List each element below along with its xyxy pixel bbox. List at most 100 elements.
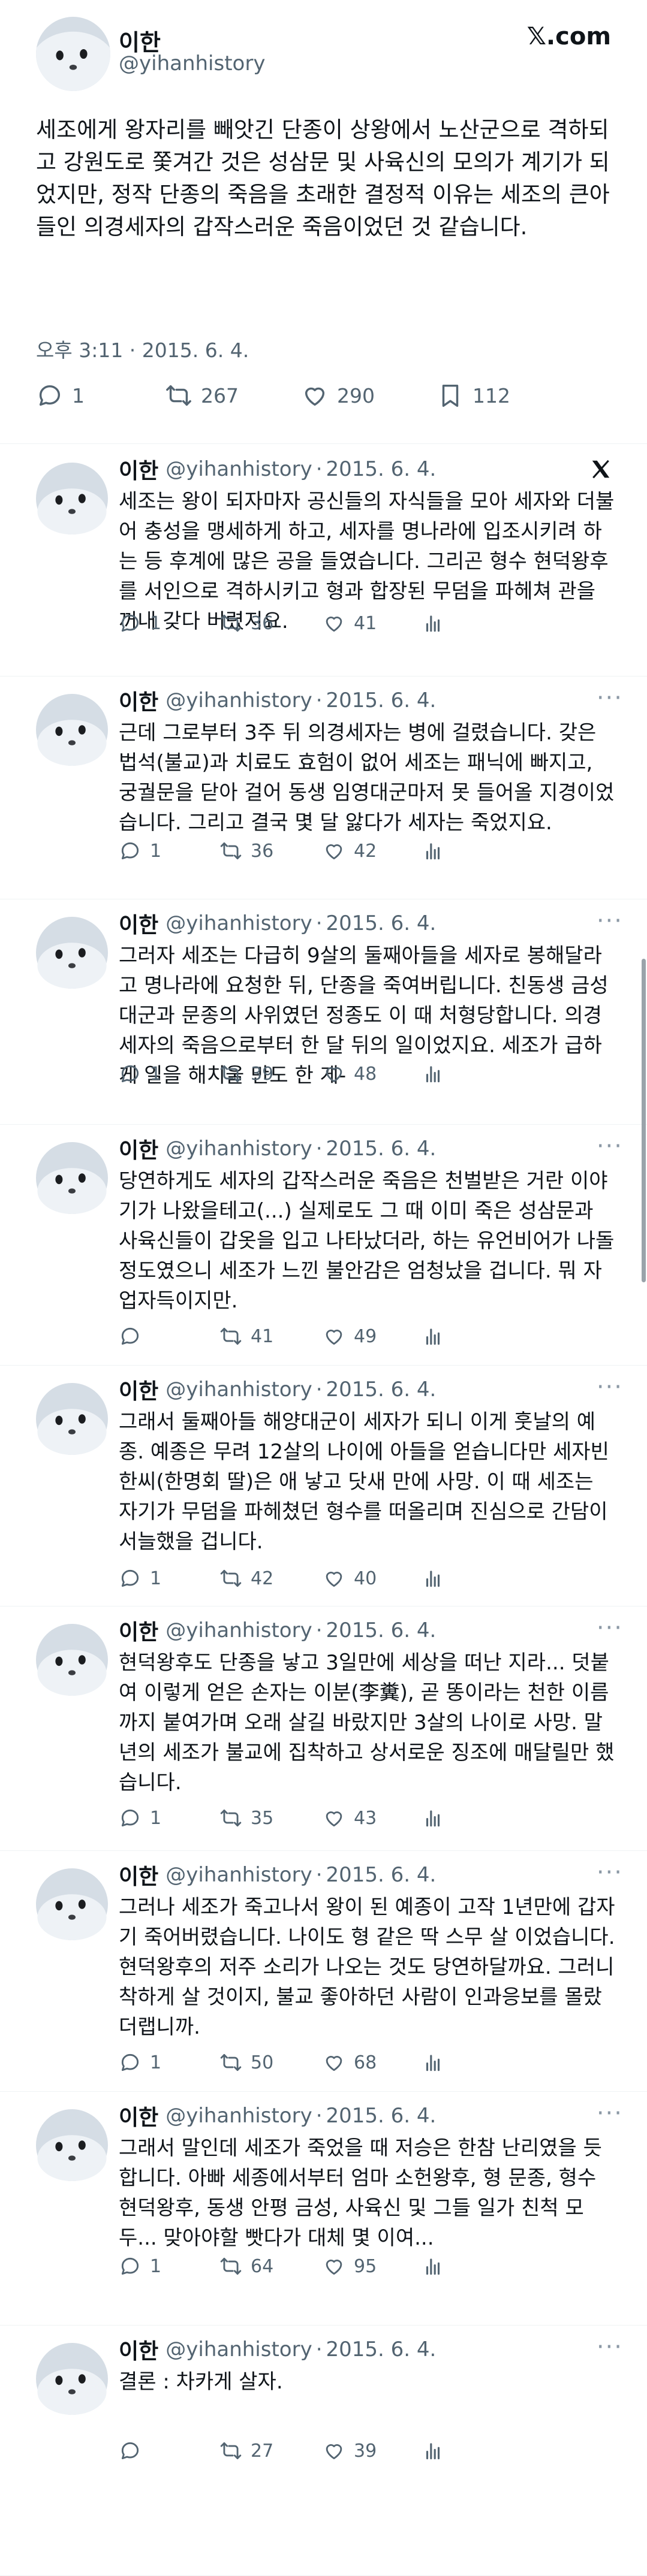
reply-tweet[interactable]: 이한 @yihanhistory · 2015. 6. 4. 현덕왕후도 단종을… [0,1606,647,1851]
retweet-button[interactable]: 39 [219,1056,273,1092]
views-button[interactable] [422,2045,453,2080]
author-handle[interactable]: @yihanhistory [119,52,265,76]
reply-button[interactable] [119,2433,150,2469]
author-handle[interactable]: @yihanhistory [165,2104,312,2128]
retweet-button[interactable]: 64 [219,2248,273,2284]
views-button[interactable] [422,1800,453,1836]
retweet-button[interactable]: 42 [219,1560,273,1596]
more-dots-icon[interactable]: ··· [597,907,623,935]
retweet-button[interactable]: 27 [219,2433,273,2469]
retweet-button[interactable]: 267 [165,378,239,413]
views-button[interactable] [422,2248,453,2284]
avatar[interactable] [36,1142,108,1214]
avatar[interactable] [36,17,110,91]
like-button[interactable]: 39 [323,2433,377,2469]
like-button[interactable]: 95 [323,2248,377,2284]
retweet-button[interactable]: 36 [219,605,273,641]
tweet-timestamp[interactable]: 오후 3:11 · 2015. 6. 4. [36,334,249,363]
reply-date[interactable]: 2015. 6. 4. [326,1618,437,1642]
reply-button[interactable]: 1 [119,833,161,869]
reply-tweet[interactable]: 이한 @yihanhistory · 2015. 6. 4. 그래서 말인데 세… [0,2091,647,2326]
author-handle[interactable]: @yihanhistory [165,1137,312,1161]
x-logo-icon[interactable]: 𝕏.com [527,23,611,50]
reply-tweet[interactable]: 이한 @yihanhistory · 2015. 6. 4. 그래서 둘째아들 … [0,1365,647,1606]
like-button[interactable]: 290 [301,378,375,413]
reply-date[interactable]: 2015. 6. 4. [326,911,437,935]
author-handle[interactable]: @yihanhistory [165,457,312,481]
views-button[interactable] [422,2433,453,2469]
views-button[interactable] [422,1318,453,1354]
author-handle[interactable]: @yihanhistory [165,2338,312,2361]
author-handle[interactable]: @yihanhistory [165,911,312,935]
author-handle[interactable]: @yihanhistory [165,688,312,712]
views-button[interactable] [422,833,453,869]
bookmark-button[interactable]: 112 [437,378,510,413]
more-dots-icon[interactable]: ··· [597,2333,623,2361]
like-button[interactable]: 42 [323,833,377,869]
author-name[interactable]: 이한 [119,1615,158,1646]
author-name[interactable]: 이한 [119,2100,158,2131]
scrollbar[interactable] [642,959,646,1282]
avatar[interactable] [36,917,108,989]
like-button[interactable]: 48 [323,1056,377,1092]
avatar[interactable] [36,2109,108,2181]
reply-button[interactable]: 1 [119,1056,161,1092]
avatar[interactable] [36,2343,108,2415]
retweet-button[interactable]: 35 [219,1800,273,1836]
reply-date[interactable]: 2015. 6. 4. [326,457,437,481]
reply-date[interactable]: 2015. 6. 4. [326,1863,437,1887]
x-logo-icon[interactable] [589,458,612,481]
more-dots-icon[interactable]: ··· [597,1859,623,1886]
reply-date[interactable]: 2015. 6. 4. [326,1378,437,1402]
author-name[interactable]: 이한 [119,685,158,716]
reply-tweet[interactable]: 이한 @yihanhistory · 2015. 6. 4. 그러자 세조는 다… [0,899,647,1125]
main-tweet[interactable]: 이한 @yihanhistory 𝕏.com 세조에게 왕자리를 빼앗긴 단종이… [0,0,647,444]
reply-button[interactable]: 1 [119,1800,161,1836]
reply-tweet[interactable]: 이한 @yihanhistory · 2015. 6. 4. 세조는 왕이 되자… [0,445,647,677]
views-button[interactable] [422,1560,453,1596]
like-button[interactable]: 68 [323,2045,377,2080]
like-button[interactable]: 41 [323,605,377,641]
reply-tweet[interactable]: 이한 @yihanhistory · 2015. 6. 4. 그러나 세조가 죽… [0,1850,647,2092]
retweet-button[interactable]: 50 [219,2045,273,2080]
reply-date[interactable]: 2015. 6. 4. [326,1137,437,1161]
author-name[interactable]: 이한 [119,454,158,485]
avatar[interactable] [36,694,108,766]
reply-tweet[interactable]: 이한 @yihanhistory · 2015. 6. 4. 근데 그로부터 3… [0,676,647,899]
reply-button[interactable]: 1 [119,2045,161,2080]
more-dots-icon[interactable]: ··· [597,1133,623,1160]
more-dots-icon[interactable]: ··· [597,1373,623,1401]
author-handle[interactable]: @yihanhistory [165,1378,312,1402]
reply-button[interactable]: 1 [119,605,161,641]
reply-button[interactable]: 1 [119,2248,161,2284]
reply-button[interactable]: 1 [36,378,85,413]
more-dots-icon[interactable]: ··· [597,1614,623,1642]
author-handle[interactable]: @yihanhistory [165,1618,312,1642]
author-name[interactable]: 이한 [119,1133,158,1164]
views-button[interactable] [422,605,453,641]
more-dots-icon[interactable]: ··· [597,2100,623,2127]
reply-date[interactable]: 2015. 6. 4. [326,2338,437,2361]
avatar[interactable] [36,1868,108,1940]
reply-tweet[interactable]: 이한 @yihanhistory · 2015. 6. 4. 당연하게도 세자의… [0,1124,647,1366]
reply-date[interactable]: 2015. 6. 4. [326,688,437,712]
author-handle[interactable]: @yihanhistory [165,1863,312,1887]
author-name[interactable]: 이한 [119,908,158,939]
reply-date[interactable]: 2015. 6. 4. [326,2104,437,2128]
like-button[interactable]: 43 [323,1800,377,1836]
reply-tweet[interactable]: 이한 @yihanhistory · 2015. 6. 4. 결론 : 차카게 … [0,2325,647,2576]
reply-button[interactable] [119,1318,150,1354]
avatar[interactable] [36,1383,108,1455]
author-name[interactable]: 이한 [119,1859,158,1891]
like-button[interactable]: 40 [323,1560,377,1596]
like-button[interactable]: 49 [323,1318,377,1354]
retweet-button[interactable]: 36 [219,833,273,869]
views-button[interactable] [422,1056,453,1092]
reply-button[interactable]: 1 [119,1560,161,1596]
avatar[interactable] [36,463,108,534]
retweet-button[interactable]: 41 [219,1318,273,1354]
more-dots-icon[interactable]: ··· [597,684,623,712]
author-name[interactable]: 이한 [119,2334,158,2365]
avatar[interactable] [36,1624,108,1696]
author-name[interactable]: 이한 [119,1374,158,1405]
